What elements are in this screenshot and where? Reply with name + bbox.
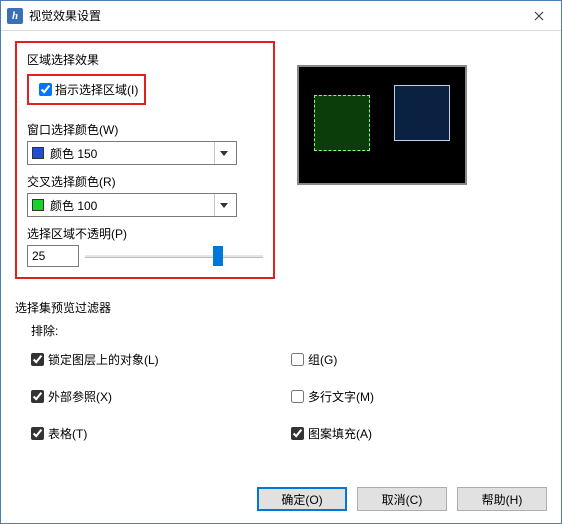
mtext-checkbox[interactable] — [291, 390, 304, 403]
top-section: 区域选择效果 指示选择区域(I) 窗口选择颜色(W) 颜色 150 交叉选择颜色… — [15, 41, 547, 279]
mtext-row[interactable]: 多行文字(M) — [291, 388, 547, 405]
close-icon — [534, 11, 544, 21]
chevron-down-icon — [214, 142, 232, 164]
chevron-down-icon — [214, 194, 232, 216]
table-row[interactable]: 表格(T) — [31, 425, 291, 442]
crossing-color-combo[interactable]: 颜色 100 — [27, 193, 237, 217]
group-label: 组(G) — [308, 351, 337, 368]
indicate-area-highlight: 指示选择区域(I) — [27, 74, 146, 105]
window-color-swatch — [32, 147, 44, 159]
preview-window-box — [394, 85, 450, 141]
mtext-label: 多行文字(M) — [308, 388, 374, 405]
exclude-label: 排除: — [31, 322, 547, 339]
window-title: 视觉效果设置 — [29, 7, 516, 24]
group-checkbox[interactable] — [291, 353, 304, 366]
hatch-label: 图案填充(A) — [308, 425, 372, 442]
hatch-row[interactable]: 图案填充(A) — [291, 425, 547, 442]
ok-button[interactable]: 确定(O) — [257, 487, 347, 511]
locked-layer-row[interactable]: 锁定图层上的对象(L) — [31, 351, 291, 368]
dialog-content: 区域选择效果 指示选择区域(I) 窗口选择颜色(W) 颜色 150 交叉选择颜色… — [1, 31, 561, 479]
filter-title: 选择集预览过滤器 — [15, 299, 547, 316]
filter-grid: 锁定图层上的对象(L) 组(G) 外部参照(X) 多行文字(M) 表格(T) — [31, 347, 547, 446]
xref-row[interactable]: 外部参照(X) — [31, 388, 291, 405]
help-button[interactable]: 帮助(H) — [457, 487, 547, 511]
filter-section: 选择集预览过滤器 排除: 锁定图层上的对象(L) 组(G) 外部参照(X) 多行 — [15, 299, 547, 446]
titlebar: h 视觉效果设置 — [1, 1, 561, 31]
preview-crossing-box — [314, 95, 370, 151]
selection-preview — [297, 65, 467, 185]
table-checkbox[interactable] — [31, 427, 44, 440]
indicate-area-label: 指示选择区域(I) — [55, 81, 138, 98]
opacity-row — [27, 245, 263, 267]
table-label: 表格(T) — [48, 425, 87, 442]
locked-layer-checkbox[interactable] — [31, 353, 44, 366]
group-row[interactable]: 组(G) — [291, 351, 547, 368]
slider-rail — [85, 255, 263, 258]
window-color-label: 窗口选择颜色(W) — [27, 121, 263, 138]
dialog-footer: 确定(O) 取消(C) 帮助(H) — [1, 479, 561, 523]
crossing-color-value: 颜色 100 — [50, 197, 210, 214]
area-selection-group: 区域选择效果 指示选择区域(I) 窗口选择颜色(W) 颜色 150 交叉选择颜色… — [15, 41, 275, 279]
hatch-checkbox[interactable] — [291, 427, 304, 440]
slider-thumb[interactable] — [213, 246, 223, 266]
indicate-area-checkbox[interactable] — [39, 83, 52, 96]
opacity-input[interactable] — [27, 245, 79, 267]
window-color-value: 颜色 150 — [50, 145, 210, 162]
xref-label: 外部参照(X) — [48, 388, 112, 405]
opacity-slider[interactable] — [85, 246, 263, 266]
area-selection-title: 区域选择效果 — [27, 51, 263, 68]
cancel-button[interactable]: 取消(C) — [357, 487, 447, 511]
close-button[interactable] — [516, 1, 561, 30]
window-color-combo[interactable]: 颜色 150 — [27, 141, 237, 165]
dialog-window: h 视觉效果设置 区域选择效果 指示选择区域(I) 窗口选择颜色(W) 颜色 1… — [0, 0, 562, 524]
crossing-color-swatch — [32, 199, 44, 211]
xref-checkbox[interactable] — [31, 390, 44, 403]
app-icon: h — [7, 8, 23, 24]
crossing-color-label: 交叉选择颜色(R) — [27, 173, 263, 190]
locked-layer-label: 锁定图层上的对象(L) — [48, 351, 159, 368]
opacity-label: 选择区域不透明(P) — [27, 225, 263, 242]
